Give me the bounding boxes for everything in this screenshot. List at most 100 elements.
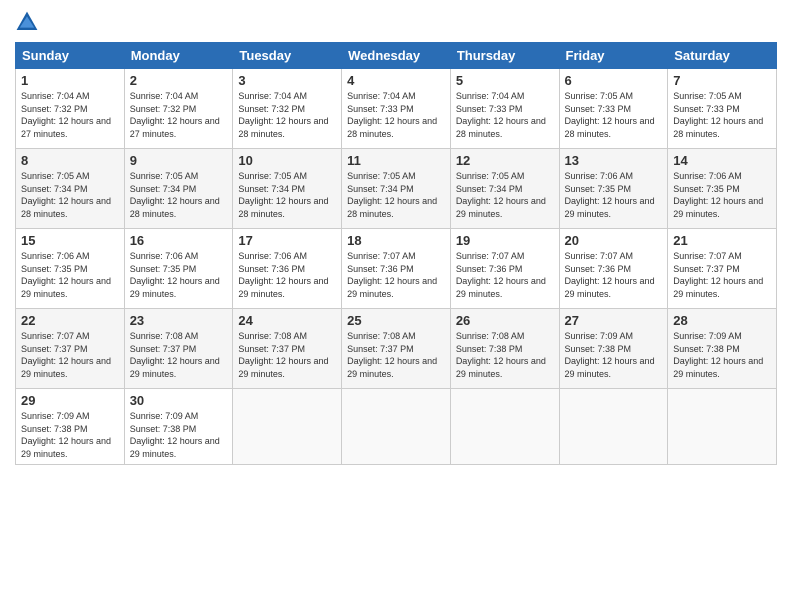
calendar-header-wednesday: Wednesday xyxy=(342,43,451,69)
calendar-cell: 6 Sunrise: 7:05 AMSunset: 7:33 PMDaylight… xyxy=(559,69,668,149)
day-info: Sunrise: 7:08 AMSunset: 7:37 PMDaylight:… xyxy=(130,330,228,380)
day-number: 14 xyxy=(673,153,771,168)
day-info: Sunrise: 7:07 AMSunset: 7:36 PMDaylight:… xyxy=(565,250,663,300)
calendar-cell xyxy=(450,389,559,465)
calendar-cell: 18Sunrise: 7:07 AMSunset: 7:36 PMDayligh… xyxy=(342,229,451,309)
calendar-cell: 20 Sunrise: 7:07 AMSunset: 7:36 PMDayligh… xyxy=(559,229,668,309)
day-info: Sunrise: 7:05 AMSunset: 7:34 PMDaylight:… xyxy=(238,170,336,220)
calendar-cell xyxy=(559,389,668,465)
calendar-cell xyxy=(342,389,451,465)
calendar-header-friday: Friday xyxy=(559,43,668,69)
day-info: Sunrise: 7:07 AMSunset: 7:37 PMDaylight:… xyxy=(21,330,119,380)
calendar-cell: 4 Sunrise: 7:04 AMSunset: 7:33 PMDaylight… xyxy=(342,69,451,149)
calendar-cell: 2 Sunrise: 7:04 AMSunset: 7:32 PMDaylight… xyxy=(124,69,233,149)
calendar-cell: 23 Sunrise: 7:08 AMSunset: 7:37 PMDayligh… xyxy=(124,309,233,389)
day-info: Sunrise: 7:05 AMSunset: 7:33 PMDaylight:… xyxy=(565,90,663,140)
day-info: Sunrise: 7:06 AMSunset: 7:35 PMDaylight:… xyxy=(130,250,228,300)
day-number: 29 xyxy=(21,393,119,408)
calendar-cell: 30Sunrise: 7:09 AMSunset: 7:38 PMDayligh… xyxy=(124,389,233,465)
header xyxy=(15,10,777,34)
day-number: 15 xyxy=(21,233,119,248)
calendar-week-1: 1 Sunrise: 7:04 AMSunset: 7:32 PMDaylight… xyxy=(16,69,777,149)
day-info: Sunrise: 7:05 AMSunset: 7:34 PMDaylight:… xyxy=(130,170,228,220)
calendar-cell: 24 Sunrise: 7:08 AMSunset: 7:37 PMDayligh… xyxy=(233,309,342,389)
day-number: 24 xyxy=(238,313,336,328)
day-number: 6 xyxy=(565,73,663,88)
day-number: 30 xyxy=(130,393,228,408)
day-info: Sunrise: 7:04 AMSunset: 7:33 PMDaylight:… xyxy=(456,90,554,140)
day-number: 17 xyxy=(238,233,336,248)
day-number: 9 xyxy=(130,153,228,168)
calendar-cell: 27Sunrise: 7:09 AMSunset: 7:38 PMDayligh… xyxy=(559,309,668,389)
calendar-cell: 22 Sunrise: 7:07 AMSunset: 7:37 PMDayligh… xyxy=(16,309,125,389)
day-number: 28 xyxy=(673,313,771,328)
logo-icon xyxy=(15,10,39,34)
calendar-cell: 16 Sunrise: 7:06 AMSunset: 7:35 PMDayligh… xyxy=(124,229,233,309)
day-info: Sunrise: 7:05 AMSunset: 7:34 PMDaylight:… xyxy=(21,170,119,220)
calendar-cell: 8 Sunrise: 7:05 AMSunset: 7:34 PMDaylight… xyxy=(16,149,125,229)
calendar-week-2: 8 Sunrise: 7:05 AMSunset: 7:34 PMDaylight… xyxy=(16,149,777,229)
day-info: Sunrise: 7:07 AMSunset: 7:37 PMDaylight:… xyxy=(673,250,771,300)
calendar-cell: 9 Sunrise: 7:05 AMSunset: 7:34 PMDaylight… xyxy=(124,149,233,229)
day-info: Sunrise: 7:06 AMSunset: 7:35 PMDaylight:… xyxy=(21,250,119,300)
calendar-header-tuesday: Tuesday xyxy=(233,43,342,69)
day-number: 12 xyxy=(456,153,554,168)
day-number: 18 xyxy=(347,233,445,248)
day-number: 8 xyxy=(21,153,119,168)
day-info: Sunrise: 7:06 AMSunset: 7:36 PMDaylight:… xyxy=(238,250,336,300)
day-info: Sunrise: 7:07 AMSunset: 7:36 PMDaylight:… xyxy=(456,250,554,300)
calendar-week-3: 15 Sunrise: 7:06 AMSunset: 7:35 PMDayligh… xyxy=(16,229,777,309)
day-info: Sunrise: 7:04 AMSunset: 7:33 PMDaylight:… xyxy=(347,90,445,140)
day-info: Sunrise: 7:05 AMSunset: 7:34 PMDaylight:… xyxy=(456,170,554,220)
calendar-header-saturday: Saturday xyxy=(668,43,777,69)
day-info: Sunrise: 7:06 AMSunset: 7:35 PMDaylight:… xyxy=(565,170,663,220)
calendar-cell: 25 Sunrise: 7:08 AMSunset: 7:37 PMDayligh… xyxy=(342,309,451,389)
day-number: 3 xyxy=(238,73,336,88)
day-info: Sunrise: 7:05 AMSunset: 7:33 PMDaylight:… xyxy=(673,90,771,140)
calendar-cell: 3 Sunrise: 7:04 AMSunset: 7:32 PMDaylight… xyxy=(233,69,342,149)
day-info: Sunrise: 7:09 AMSunset: 7:38 PMDaylight:… xyxy=(673,330,771,380)
calendar-header-sunday: Sunday xyxy=(16,43,125,69)
day-number: 16 xyxy=(130,233,228,248)
calendar-header-row: SundayMondayTuesdayWednesdayThursdayFrid… xyxy=(16,43,777,69)
calendar-cell: 21 Sunrise: 7:07 AMSunset: 7:37 PMDayligh… xyxy=(668,229,777,309)
calendar-cell: 10 Sunrise: 7:05 AMSunset: 7:34 PMDayligh… xyxy=(233,149,342,229)
day-number: 22 xyxy=(21,313,119,328)
day-number: 13 xyxy=(565,153,663,168)
calendar-cell: 13 Sunrise: 7:06 AMSunset: 7:35 PMDayligh… xyxy=(559,149,668,229)
day-number: 5 xyxy=(456,73,554,88)
day-info: Sunrise: 7:08 AMSunset: 7:38 PMDaylight:… xyxy=(456,330,554,380)
day-number: 4 xyxy=(347,73,445,88)
day-number: 20 xyxy=(565,233,663,248)
calendar-cell xyxy=(233,389,342,465)
day-number: 25 xyxy=(347,313,445,328)
calendar-header-thursday: Thursday xyxy=(450,43,559,69)
calendar-cell: 14 Sunrise: 7:06 AMSunset: 7:35 PMDayligh… xyxy=(668,149,777,229)
day-info: Sunrise: 7:08 AMSunset: 7:37 PMDaylight:… xyxy=(238,330,336,380)
calendar-week-5: 29Sunrise: 7:09 AMSunset: 7:38 PMDayligh… xyxy=(16,389,777,465)
calendar-cell: 11Sunrise: 7:05 AMSunset: 7:34 PMDayligh… xyxy=(342,149,451,229)
day-info: Sunrise: 7:06 AMSunset: 7:35 PMDaylight:… xyxy=(673,170,771,220)
day-info: Sunrise: 7:04 AMSunset: 7:32 PMDaylight:… xyxy=(238,90,336,140)
day-number: 2 xyxy=(130,73,228,88)
calendar-cell: 28 Sunrise: 7:09 AMSunset: 7:38 PMDayligh… xyxy=(668,309,777,389)
day-info: Sunrise: 7:04 AMSunset: 7:32 PMDaylight:… xyxy=(130,90,228,140)
calendar-cell: 15 Sunrise: 7:06 AMSunset: 7:35 PMDayligh… xyxy=(16,229,125,309)
page: SundayMondayTuesdayWednesdayThursdayFrid… xyxy=(0,0,792,612)
day-number: 19 xyxy=(456,233,554,248)
day-info: Sunrise: 7:04 AMSunset: 7:32 PMDaylight:… xyxy=(21,90,119,140)
calendar-week-4: 22 Sunrise: 7:07 AMSunset: 7:37 PMDayligh… xyxy=(16,309,777,389)
day-number: 10 xyxy=(238,153,336,168)
day-number: 23 xyxy=(130,313,228,328)
day-number: 1 xyxy=(21,73,119,88)
day-info: Sunrise: 7:08 AMSunset: 7:37 PMDaylight:… xyxy=(347,330,445,380)
calendar-cell xyxy=(668,389,777,465)
calendar-cell: 19 Sunrise: 7:07 AMSunset: 7:36 PMDayligh… xyxy=(450,229,559,309)
calendar-cell: 26Sunrise: 7:08 AMSunset: 7:38 PMDayligh… xyxy=(450,309,559,389)
day-number: 21 xyxy=(673,233,771,248)
logo xyxy=(15,10,43,34)
calendar-cell: 17 Sunrise: 7:06 AMSunset: 7:36 PMDayligh… xyxy=(233,229,342,309)
calendar-cell: 1 Sunrise: 7:04 AMSunset: 7:32 PMDaylight… xyxy=(16,69,125,149)
calendar-header-monday: Monday xyxy=(124,43,233,69)
calendar-cell: 5 Sunrise: 7:04 AMSunset: 7:33 PMDaylight… xyxy=(450,69,559,149)
